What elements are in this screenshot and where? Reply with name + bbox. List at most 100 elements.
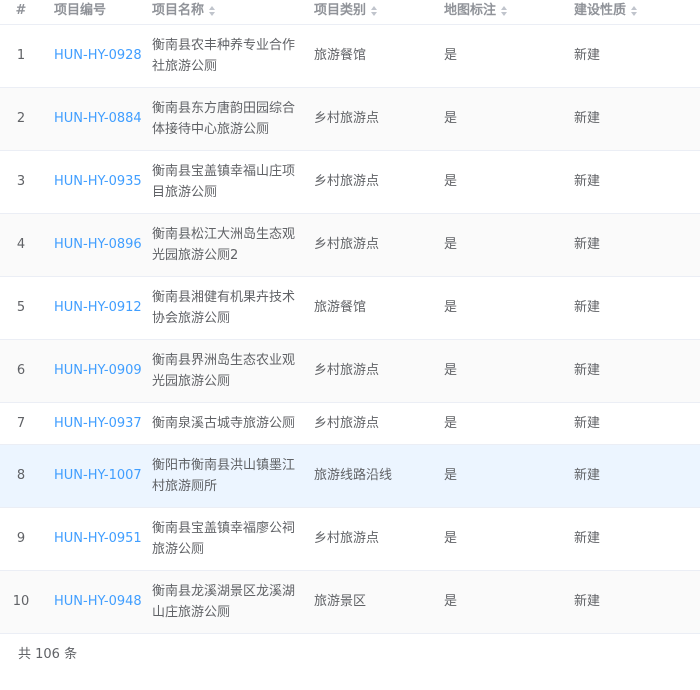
row-code-link[interactable]: HUN-HY-0935 <box>42 150 142 213</box>
table-row[interactable]: 2 HUN-HY-0884 衡南县东方唐韵田园综合体接待中心旅游公厕 乡村旅游点… <box>0 87 700 150</box>
project-code-link[interactable]: HUN-HY-0951 <box>54 531 142 546</box>
row-map: 是 <box>444 300 458 315</box>
row-code-link[interactable]: HUN-HY-0948 <box>42 570 142 633</box>
row-prop: 新建 <box>574 237 601 252</box>
table-row[interactable]: 6 HUN-HY-0909 衡南县界洲岛生态农业观光园旅游公厕 乡村旅游点 是 … <box>0 339 700 402</box>
row-code-link[interactable]: HUN-HY-0909 <box>42 339 142 402</box>
row-index: 1 <box>16 48 26 63</box>
project-code-link[interactable]: HUN-HY-0884 <box>54 111 142 126</box>
row-map: 是 <box>444 415 458 431</box>
row-type: 旅游线路沿线 <box>314 468 393 483</box>
row-code-link[interactable]: HUN-HY-0951 <box>42 507 142 570</box>
sort-caret-icon[interactable] <box>209 5 216 17</box>
row-type: 旅游餐馆 <box>314 300 367 315</box>
row-prop: 新建 <box>574 594 601 609</box>
header-index: # <box>0 0 42 25</box>
table-row[interactable]: 9 HUN-HY-0951 衡南县宝盖镇幸福廖公祠旅游公厕 乡村旅游点 是 新建 <box>0 507 700 570</box>
row-name: 衡南县宝盖镇幸福廖公祠旅游公厕 <box>152 520 296 557</box>
table-row[interactable]: 4 HUN-HY-0896 衡南县松江大洲岛生态观光园旅游公厕2 乡村旅游点 是… <box>0 213 700 276</box>
row-map: 是 <box>444 594 458 609</box>
row-map: 是 <box>444 111 458 126</box>
row-map: 是 <box>444 237 458 252</box>
row-code-link[interactable]: HUN-HY-0912 <box>42 276 142 339</box>
row-code-link[interactable]: HUN-HY-0896 <box>42 213 142 276</box>
row-map: 是 <box>444 468 458 483</box>
row-name: 衡南县龙溪湖景区龙溪湖山庄旅游公厕 <box>152 583 296 620</box>
row-code-link[interactable]: HUN-HY-0928 <box>42 24 142 87</box>
header-name-label: 项目名称 <box>152 3 205 18</box>
row-name: 衡阳市衡南县洪山镇墨江村旅游厕所 <box>152 457 296 494</box>
header-prop[interactable]: 建设性质 <box>562 0 700 25</box>
project-code-link[interactable]: HUN-HY-0948 <box>54 594 142 609</box>
table-row[interactable]: 3 HUN-HY-0935 衡南县宝盖镇幸福山庄项目旅游公厕 乡村旅游点 是 新… <box>0 150 700 213</box>
header-row: # 项目编号 项目名称 项目类别 地图标注 建设性质 <box>0 0 700 25</box>
project-code-link[interactable]: HUN-HY-0896 <box>54 237 142 252</box>
sort-caret-icon[interactable] <box>501 5 508 17</box>
row-map: 是 <box>444 363 458 378</box>
row-prop: 新建 <box>574 363 601 378</box>
row-index: 10 <box>12 594 30 609</box>
project-code-link[interactable]: HUN-HY-0937 <box>54 416 142 431</box>
row-index: 9 <box>16 531 26 546</box>
project-code-link[interactable]: HUN-HY-0935 <box>54 174 142 189</box>
header-index-label: # <box>15 3 27 18</box>
row-prop: 新建 <box>574 300 601 315</box>
row-index: 3 <box>16 174 26 189</box>
header-name[interactable]: 项目名称 <box>140 0 302 25</box>
row-code-link[interactable]: HUN-HY-0884 <box>42 87 142 150</box>
row-prop: 新建 <box>574 415 601 431</box>
row-name: 衡南县松江大洲岛生态观光园旅游公厕2 <box>152 226 296 263</box>
table-row[interactable]: 1 HUN-HY-0928 衡南县农丰种养专业合作社旅游公厕 旅游餐馆 是 新建 <box>0 24 700 87</box>
table-row[interactable]: 8 HUN-HY-1007 衡阳市衡南县洪山镇墨江村旅游厕所 旅游线路沿线 是 … <box>0 444 700 507</box>
row-name: 衡南县界洲岛生态农业观光园旅游公厕 <box>152 352 296 389</box>
header-map[interactable]: 地图标注 <box>432 0 562 25</box>
row-name: 衡南县湘健有机果卉技术协会旅游公厕 <box>152 289 296 326</box>
row-type: 乡村旅游点 <box>314 363 380 378</box>
row-name: 衡南泉溪古城寺旅游公厕 <box>152 415 296 431</box>
header-prop-label: 建设性质 <box>574 3 627 18</box>
row-type: 乡村旅游点 <box>314 174 380 189</box>
row-name: 衡南县农丰种养专业合作社旅游公厕 <box>152 37 296 74</box>
row-code-link[interactable]: HUN-HY-0937 <box>42 402 142 444</box>
header-code-label: 项目编号 <box>54 3 107 18</box>
table-body: 1 HUN-HY-0928 衡南县农丰种养专业合作社旅游公厕 旅游餐馆 是 新建… <box>0 24 700 633</box>
project-code-link[interactable]: HUN-HY-0909 <box>54 363 142 378</box>
header-code: 项目编号 <box>42 0 140 25</box>
row-type: 乡村旅游点 <box>314 111 380 126</box>
table-header: # 项目编号 项目名称 项目类别 地图标注 建设性质 <box>0 0 700 25</box>
row-index: 4 <box>16 237 26 252</box>
project-table: # 项目编号 项目名称 项目类别 地图标注 建设性质 1 HUN-HY-0928… <box>0 0 700 634</box>
row-prop: 新建 <box>574 111 601 126</box>
project-code-link[interactable]: HUN-HY-1007 <box>54 468 142 483</box>
row-index: 7 <box>16 415 26 431</box>
row-prop: 新建 <box>574 174 601 189</box>
row-type: 旅游景区 <box>314 594 367 609</box>
project-code-link[interactable]: HUN-HY-0928 <box>54 48 142 63</box>
row-map: 是 <box>444 531 458 546</box>
row-type: 乡村旅游点 <box>314 237 380 252</box>
row-prop: 新建 <box>574 48 601 63</box>
table-row[interactable]: 5 HUN-HY-0912 衡南县湘健有机果卉技术协会旅游公厕 旅游餐馆 是 新… <box>0 276 700 339</box>
row-index: 2 <box>16 111 26 126</box>
table-row[interactable]: 7 HUN-HY-0937 衡南泉溪古城寺旅游公厕 乡村旅游点 是 新建 <box>0 402 700 444</box>
data-table: # 项目编号 项目名称 项目类别 地图标注 建设性质 1 HUN-HY-0928… <box>0 0 700 634</box>
header-type[interactable]: 项目类别 <box>302 0 432 25</box>
row-type: 旅游餐馆 <box>314 48 367 63</box>
row-index: 5 <box>16 300 26 315</box>
header-map-label: 地图标注 <box>444 3 497 18</box>
sort-caret-icon[interactable] <box>371 5 378 17</box>
project-code-link[interactable]: HUN-HY-0912 <box>54 300 142 315</box>
row-type: 乡村旅游点 <box>314 531 380 546</box>
row-index: 6 <box>16 363 26 378</box>
row-prop: 新建 <box>574 531 601 546</box>
row-name: 衡南县东方唐韵田园综合体接待中心旅游公厕 <box>152 100 296 137</box>
pagination-footer: 共 106 条 <box>0 634 700 672</box>
table-row[interactable]: 10 HUN-HY-0948 衡南县龙溪湖景区龙溪湖山庄旅游公厕 旅游景区 是 … <box>0 570 700 633</box>
sort-caret-icon[interactable] <box>631 5 638 17</box>
row-code-link[interactable]: HUN-HY-1007 <box>42 444 142 507</box>
row-map: 是 <box>444 174 458 189</box>
row-map: 是 <box>444 48 458 63</box>
row-name: 衡南县宝盖镇幸福山庄项目旅游公厕 <box>152 163 296 200</box>
row-index: 8 <box>16 468 26 483</box>
total-count: 共 106 条 <box>18 647 78 662</box>
